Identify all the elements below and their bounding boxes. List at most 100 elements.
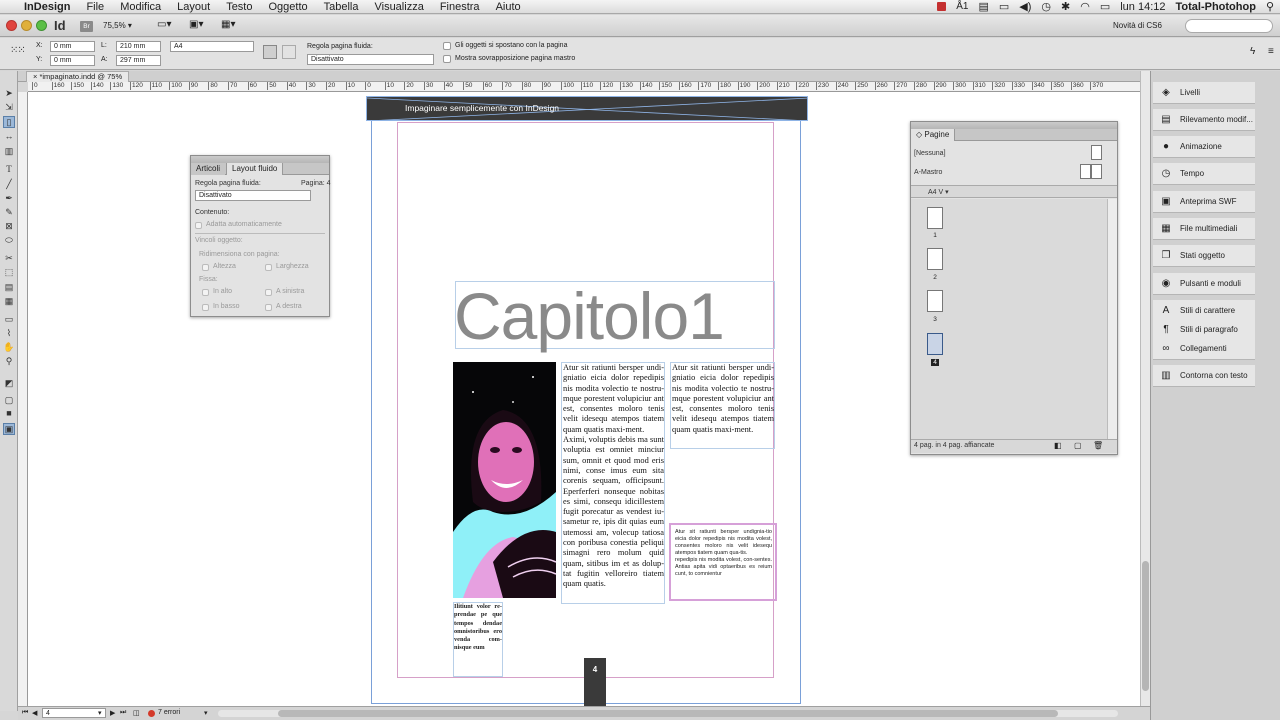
page-thumb-1[interactable] bbox=[927, 207, 943, 229]
a-master[interactable]: A-Mastro bbox=[914, 169, 942, 176]
dock-item-tempo[interactable]: ◷ Tempo bbox=[1153, 163, 1255, 185]
right-checkbox[interactable] bbox=[265, 304, 272, 311]
menu-finestra[interactable]: Finestra bbox=[432, 1, 488, 13]
dock-item-livelli[interactable]: ◈ Livelli bbox=[1153, 82, 1255, 104]
height-field[interactable]: 297 mm bbox=[116, 55, 161, 66]
close-window-icon[interactable] bbox=[6, 20, 17, 31]
none-master[interactable]: [Nessuna] bbox=[914, 150, 946, 157]
prev-page-icon[interactable]: ◀ bbox=[32, 709, 37, 717]
menu-tabella[interactable]: Tabella bbox=[316, 1, 367, 13]
gradient-feather-tool-icon[interactable]: ▦ bbox=[3, 295, 15, 307]
horizontal-ruler[interactable]: 0 160 150 140 130 120 110 100 90 80 70 60 50 40 30 20 10… bbox=[28, 82, 1140, 92]
caption-text[interactable]: Ilitiunt volor re-prendae pe que tempos … bbox=[454, 603, 502, 653]
zoom-window-icon[interactable] bbox=[36, 20, 47, 31]
menu-file[interactable]: File bbox=[78, 1, 112, 13]
rectangle-frame-tool-icon[interactable]: ⊠ bbox=[3, 220, 15, 232]
show-master-overlay-checkbox[interactable] bbox=[443, 55, 451, 63]
dock-item-stati-oggetto[interactable]: ❐ Stati oggetto bbox=[1153, 245, 1255, 267]
minimize-window-icon[interactable] bbox=[21, 20, 32, 31]
fluid-rule-select[interactable]: Disattivato bbox=[195, 190, 311, 201]
search-field[interactable] bbox=[1185, 19, 1273, 33]
battery-icon[interactable]: ▭ bbox=[1100, 0, 1110, 13]
preflight-menu-icon[interactable]: ▾ bbox=[204, 709, 208, 717]
hand-tool-icon[interactable]: ✋ bbox=[3, 341, 15, 353]
fill-stroke-icon[interactable]: ◩ bbox=[3, 377, 15, 389]
clipboard-icon[interactable]: ▤ bbox=[978, 0, 988, 13]
menu-testo[interactable]: Testo bbox=[218, 1, 260, 13]
fluid-layout-titlebar[interactable] bbox=[191, 156, 329, 163]
view-options-icon[interactable]: ▭▾ bbox=[157, 19, 171, 30]
dock-item-collegamenti[interactable]: ∞ Collegamenti bbox=[1153, 338, 1255, 360]
dock-item-file-multimediali[interactable]: ▦ File multimediali bbox=[1153, 218, 1255, 240]
indesign-app-icon[interactable]: Id bbox=[54, 18, 66, 33]
content-collector-icon[interactable]: ▥ bbox=[3, 145, 15, 157]
panel-menu-icon[interactable]: ≡ bbox=[1268, 46, 1274, 57]
vertical-ruler[interactable] bbox=[18, 92, 28, 706]
horizontal-scrollbar[interactable] bbox=[218, 710, 1118, 717]
menu-app[interactable]: InDesign bbox=[16, 1, 78, 13]
wifi-icon[interactable]: ◠ bbox=[1080, 0, 1090, 13]
time-machine-icon[interactable]: ◷ bbox=[1041, 0, 1051, 13]
spotlight-icon[interactable]: ⚲ bbox=[1266, 0, 1274, 13]
dock-item-contorna-con-testo[interactable]: ▥ Contorna con testo bbox=[1153, 365, 1255, 387]
bridge-button[interactable]: Br bbox=[80, 21, 93, 32]
dock-item-animazione[interactable]: ● Animazione bbox=[1153, 136, 1255, 158]
document-tab[interactable]: × *impaginato.indd @ 75% bbox=[26, 71, 130, 82]
dock-item-anteprima-swf[interactable]: ▣ Anteprima SWF bbox=[1153, 191, 1255, 213]
orientation-portrait-icon[interactable] bbox=[263, 45, 277, 59]
left-checkbox[interactable] bbox=[265, 289, 272, 296]
page-thumb-3[interactable] bbox=[927, 290, 943, 312]
portrait-photo[interactable] bbox=[453, 362, 556, 598]
status-red-icon[interactable] bbox=[937, 2, 947, 11]
page-thumb-2[interactable] bbox=[927, 248, 943, 270]
delete-page-icon[interactable]: 🗑 bbox=[1093, 441, 1103, 450]
chapter-title[interactable]: Capitolo1 bbox=[454, 282, 725, 350]
bluetooth-icon[interactable]: ✱ bbox=[1061, 0, 1070, 13]
tab-pagine[interactable]: ◇ Pagine bbox=[911, 129, 956, 141]
pen-tool-icon[interactable]: ✒ bbox=[3, 192, 15, 204]
reference-point-icon[interactable]: ⁙⁙ bbox=[10, 45, 26, 56]
gap-tool-icon[interactable]: ↔ bbox=[3, 130, 15, 142]
zoom-level-dropdown[interactable]: 75,5% ▾ bbox=[103, 21, 132, 30]
free-transform-tool-icon[interactable]: ⬚ bbox=[3, 266, 15, 278]
dock-item-rilevamento-modif[interactable]: ▤ Rilevamento modif... bbox=[1153, 109, 1255, 131]
none-master-thumb[interactable] bbox=[1091, 145, 1102, 160]
tab-articoli[interactable]: Articoli bbox=[191, 163, 226, 175]
apply-color-icon[interactable]: ■ bbox=[3, 407, 15, 419]
width-field[interactable]: 210 mm bbox=[116, 41, 161, 52]
page-tool-icon[interactable]: ▯ bbox=[3, 116, 15, 128]
pages-titlebar[interactable] bbox=[911, 122, 1117, 129]
height-checkbox[interactable] bbox=[202, 264, 209, 271]
body-text-col1[interactable]: Atur sit ratiunti bersper undi-gniatio e… bbox=[563, 363, 664, 601]
vertical-scrollbar[interactable] bbox=[1140, 71, 1150, 711]
menu-layout[interactable]: Layout bbox=[169, 1, 218, 13]
direct-selection-tool-icon[interactable]: ⇲ bbox=[3, 101, 15, 113]
a-master-thumb-left[interactable] bbox=[1080, 164, 1091, 179]
pages-scrollbar[interactable] bbox=[1107, 199, 1117, 439]
preflight-icon[interactable]: ◫ bbox=[133, 709, 140, 717]
new-page-icon[interactable]: ▢ bbox=[1074, 441, 1082, 450]
screen-mode-tool-icon[interactable]: ▣ bbox=[3, 423, 15, 435]
x-field[interactable]: 0 mm bbox=[50, 41, 95, 52]
dock-item-pulsanti-e-moduli[interactable]: ◉ Pulsanti e moduli bbox=[1153, 273, 1255, 295]
orientation-landscape-icon[interactable] bbox=[282, 45, 296, 59]
arrange-documents-icon[interactable]: ▦▾ bbox=[221, 19, 235, 30]
screen-icon[interactable]: ▭ bbox=[999, 0, 1009, 13]
next-page-icon[interactable]: ▶ bbox=[110, 709, 115, 717]
last-page-icon[interactable]: ⏭ bbox=[120, 709, 126, 717]
clock[interactable]: lun 14:12 bbox=[1120, 1, 1165, 13]
sidebar-text[interactable]: Atur sit ratiunti bersper undignia-tio e… bbox=[675, 529, 772, 595]
vertical-scroll-thumb[interactable] bbox=[1142, 561, 1149, 691]
pencil-tool-icon[interactable]: ✎ bbox=[3, 206, 15, 218]
screen-mode-icon[interactable]: ▣▾ bbox=[189, 19, 203, 30]
first-page-icon[interactable]: ⏮ bbox=[22, 709, 28, 717]
volume-icon[interactable]: ◀) bbox=[1019, 0, 1031, 13]
ellipse-tool-icon[interactable]: ⬭ bbox=[3, 234, 15, 246]
zoom-tool-icon[interactable]: ⚲ bbox=[3, 355, 15, 367]
menu-modifica[interactable]: Modifica bbox=[112, 1, 169, 13]
user-name[interactable]: Total-Photohop bbox=[1176, 1, 1256, 13]
page-number-tab[interactable]: 4 bbox=[584, 658, 606, 706]
lightning-icon[interactable]: ϟ bbox=[1250, 46, 1255, 57]
line-tool-icon[interactable]: ╱ bbox=[3, 178, 15, 190]
page-dropdown-icon[interactable]: ▾ bbox=[98, 709, 102, 717]
